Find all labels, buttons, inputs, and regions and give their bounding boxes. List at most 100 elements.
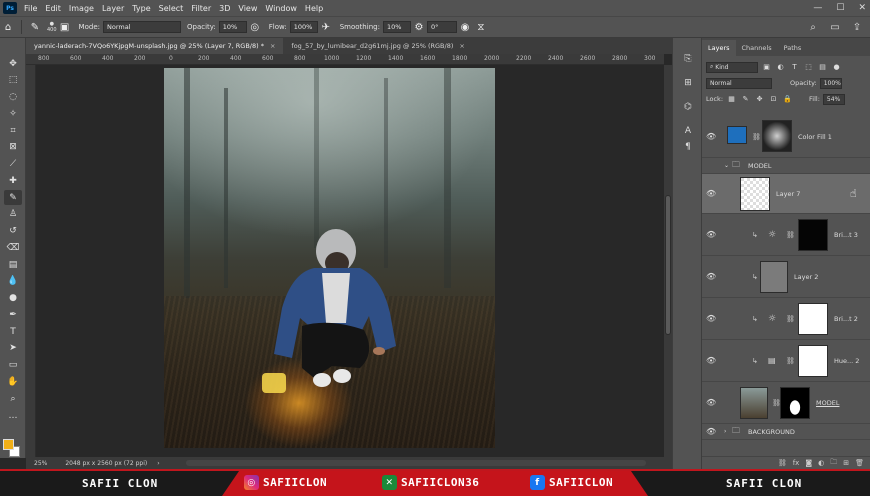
document-canvas[interactable] [37, 65, 664, 457]
layer-row-color-fill-1[interactable]: 👁 ⛓ Color Fill 1 [702, 116, 870, 158]
delete-layer-icon[interactable]: 🗑 [855, 459, 864, 467]
tab-channels[interactable]: Channels [736, 40, 778, 56]
lasso-tool-icon[interactable]: ◌ [4, 89, 22, 104]
visibility-eye-icon[interactable]: 👁 [706, 132, 716, 141]
visibility-eye-icon[interactable]: 👁 [706, 398, 716, 407]
marquee-tool-icon[interactable]: ⬚ [4, 72, 22, 87]
group-collapse-chevron-icon[interactable]: ⌄ [724, 162, 729, 169]
tab-close-icon[interactable]: × [459, 42, 464, 50]
lock-transparency-icon[interactable]: ▦ [726, 94, 737, 105]
zoom-level[interactable]: 25% [34, 460, 47, 467]
blend-mode-select[interactable]: Normal [706, 77, 772, 89]
clone-stamp-tool-icon[interactable]: ♙ [4, 206, 22, 221]
home-icon[interactable]: ⌂ [0, 19, 16, 35]
lock-position-icon[interactable]: ✥ [754, 94, 765, 105]
crop-tool-icon[interactable]: ⌗ [4, 123, 22, 138]
symmetry-icon[interactable]: ⧖ [473, 19, 489, 35]
new-adjustment-icon[interactable]: ◐ [818, 459, 824, 467]
more-tools-icon[interactable]: … [4, 408, 22, 423]
layer-row-hue-saturation-2[interactable]: 👁 ↳ ▤ ⛓ Hue... 2 [702, 340, 870, 382]
adjustments-icon[interactable]: ⌬ [681, 100, 695, 114]
smoothing-settings-gear-icon[interactable]: ⚙ [411, 19, 427, 35]
layer-group-model[interactable]: ⌄ 🗀 MODEL [702, 158, 870, 174]
new-layer-icon[interactable]: ⊞ [843, 459, 849, 467]
eyedropper-tool-icon[interactable]: ⟋ [4, 156, 22, 171]
quick-select-tool-icon[interactable]: ✧ [4, 106, 22, 121]
smoothing-field[interactable]: 10% [382, 21, 411, 33]
smart-object-filter-icon[interactable]: ▤ [817, 62, 828, 73]
layer-row-brightness-2[interactable]: 👁 ↳ ☼ ⛓ Bri...t 2 [702, 298, 870, 340]
menu-window[interactable]: Window [261, 4, 301, 13]
visibility-eye-icon[interactable]: 👁 [706, 189, 716, 198]
visibility-eye-icon[interactable]: 👁 [706, 356, 716, 365]
path-select-tool-icon[interactable]: ➤ [4, 340, 22, 355]
brush-panel-icon[interactable]: ▣ [57, 19, 73, 35]
libraries-icon[interactable]: ⎘ [681, 52, 695, 66]
menu-filter[interactable]: Filter [187, 4, 215, 13]
horizontal-scrollbar[interactable] [186, 460, 646, 466]
visibility-eye-icon[interactable]: 👁 [706, 314, 716, 323]
maximize-icon[interactable]: ☐ [836, 3, 844, 13]
layer-opacity-field[interactable]: 100% [819, 77, 842, 89]
vertical-scrollbar[interactable] [664, 65, 672, 457]
layer-row-model[interactable]: 👁 ⛓ MODEL [702, 382, 870, 424]
tab-close-icon[interactable]: × [270, 42, 275, 50]
menu-3d[interactable]: 3D [215, 4, 234, 13]
pixel-filter-icon[interactable]: ▣ [761, 62, 772, 73]
menu-file[interactable]: File [20, 4, 41, 13]
opacity-field[interactable]: 10% [218, 21, 247, 33]
paragraph-icon[interactable]: ¶ [681, 140, 695, 154]
menu-help[interactable]: Help [301, 4, 327, 13]
gradient-tool-icon[interactable]: ▤ [4, 257, 22, 272]
pressure-opacity-icon[interactable]: ◎ [247, 19, 263, 35]
brush-tool-icon[interactable]: ✎ [4, 190, 22, 205]
layer-row-layer-7[interactable]: 👁 Layer 7 ☝ [702, 174, 870, 214]
add-mask-icon[interactable]: ◙ [805, 459, 812, 467]
close-icon[interactable]: ✕ [858, 3, 866, 13]
tab-paths[interactable]: Paths [778, 40, 808, 56]
character-icon[interactable]: A [681, 124, 695, 138]
angle-field[interactable]: 0° [426, 21, 457, 33]
brush-preset-icon[interactable]: ✎ [27, 19, 43, 35]
pen-tool-icon[interactable]: ✒ [4, 307, 22, 322]
dodge-tool-icon[interactable]: ● [4, 290, 22, 305]
search-icon[interactable]: ⌕ [806, 20, 820, 34]
layer-row-brightness-3[interactable]: 👁 ↳ ☼ ⛓ Bri...t 3 [702, 214, 870, 256]
brush-size-picker[interactable]: ● 400 [47, 21, 57, 33]
shape-filter-icon[interactable]: ⬚ [803, 62, 814, 73]
fill-field[interactable]: 54% [822, 93, 845, 105]
visibility-eye-icon[interactable]: 👁 [706, 272, 716, 281]
layer-row-layer-2[interactable]: 👁 ↳ Layer 2 [702, 256, 870, 298]
move-tool-icon[interactable]: ✥ [4, 56, 22, 71]
blur-tool-icon[interactable]: 💧 [4, 273, 22, 288]
tab-layers[interactable]: Layers [702, 40, 736, 56]
link-layers-icon[interactable]: ⛓ [778, 459, 787, 467]
menu-view[interactable]: View [234, 4, 261, 13]
paragraph-styles-icon[interactable]: ⊞ [681, 76, 695, 90]
adjustment-filter-icon[interactable]: ◐ [775, 62, 786, 73]
foreground-color-swatch[interactable] [3, 439, 14, 450]
group-expand-chevron-icon[interactable]: › [724, 428, 726, 435]
hand-tool-icon[interactable]: ✋ [4, 374, 22, 389]
share-icon[interactable]: ⇪ [850, 20, 864, 34]
type-filter-icon[interactable]: T [789, 62, 800, 73]
scrollbar-thumb[interactable] [665, 195, 671, 335]
healing-tool-icon[interactable]: ✚ [4, 173, 22, 188]
lock-all-icon[interactable]: 🔒 [782, 94, 793, 105]
flow-field[interactable]: 100% [289, 21, 318, 33]
visibility-eye-icon[interactable]: 👁 [706, 427, 716, 436]
rectangle-tool-icon[interactable]: ▭ [4, 357, 22, 372]
workspace-icon[interactable]: ▭ [828, 20, 842, 34]
minimize-icon[interactable]: — [813, 3, 822, 13]
layer-group-background[interactable]: 👁 › 🗀 BACKGROUND [702, 424, 870, 440]
frame-tool-icon[interactable]: ⊠ [4, 139, 22, 154]
menu-layer[interactable]: Layer [98, 4, 128, 13]
visibility-eye-icon[interactable]: 👁 [706, 230, 716, 239]
menu-edit[interactable]: Edit [41, 4, 65, 13]
tab-yannic-laderach[interactable]: yannic-laderach-7VQo6YKjpgM-unsplash.jpg… [26, 38, 284, 54]
eraser-tool-icon[interactable]: ⌫ [4, 240, 22, 255]
layer-style-fx-icon[interactable]: fx [793, 459, 800, 467]
zoom-tool-icon[interactable]: ⌕ [4, 391, 22, 406]
pressure-size-icon[interactable]: ◉ [457, 19, 473, 35]
menu-type[interactable]: Type [128, 4, 154, 13]
